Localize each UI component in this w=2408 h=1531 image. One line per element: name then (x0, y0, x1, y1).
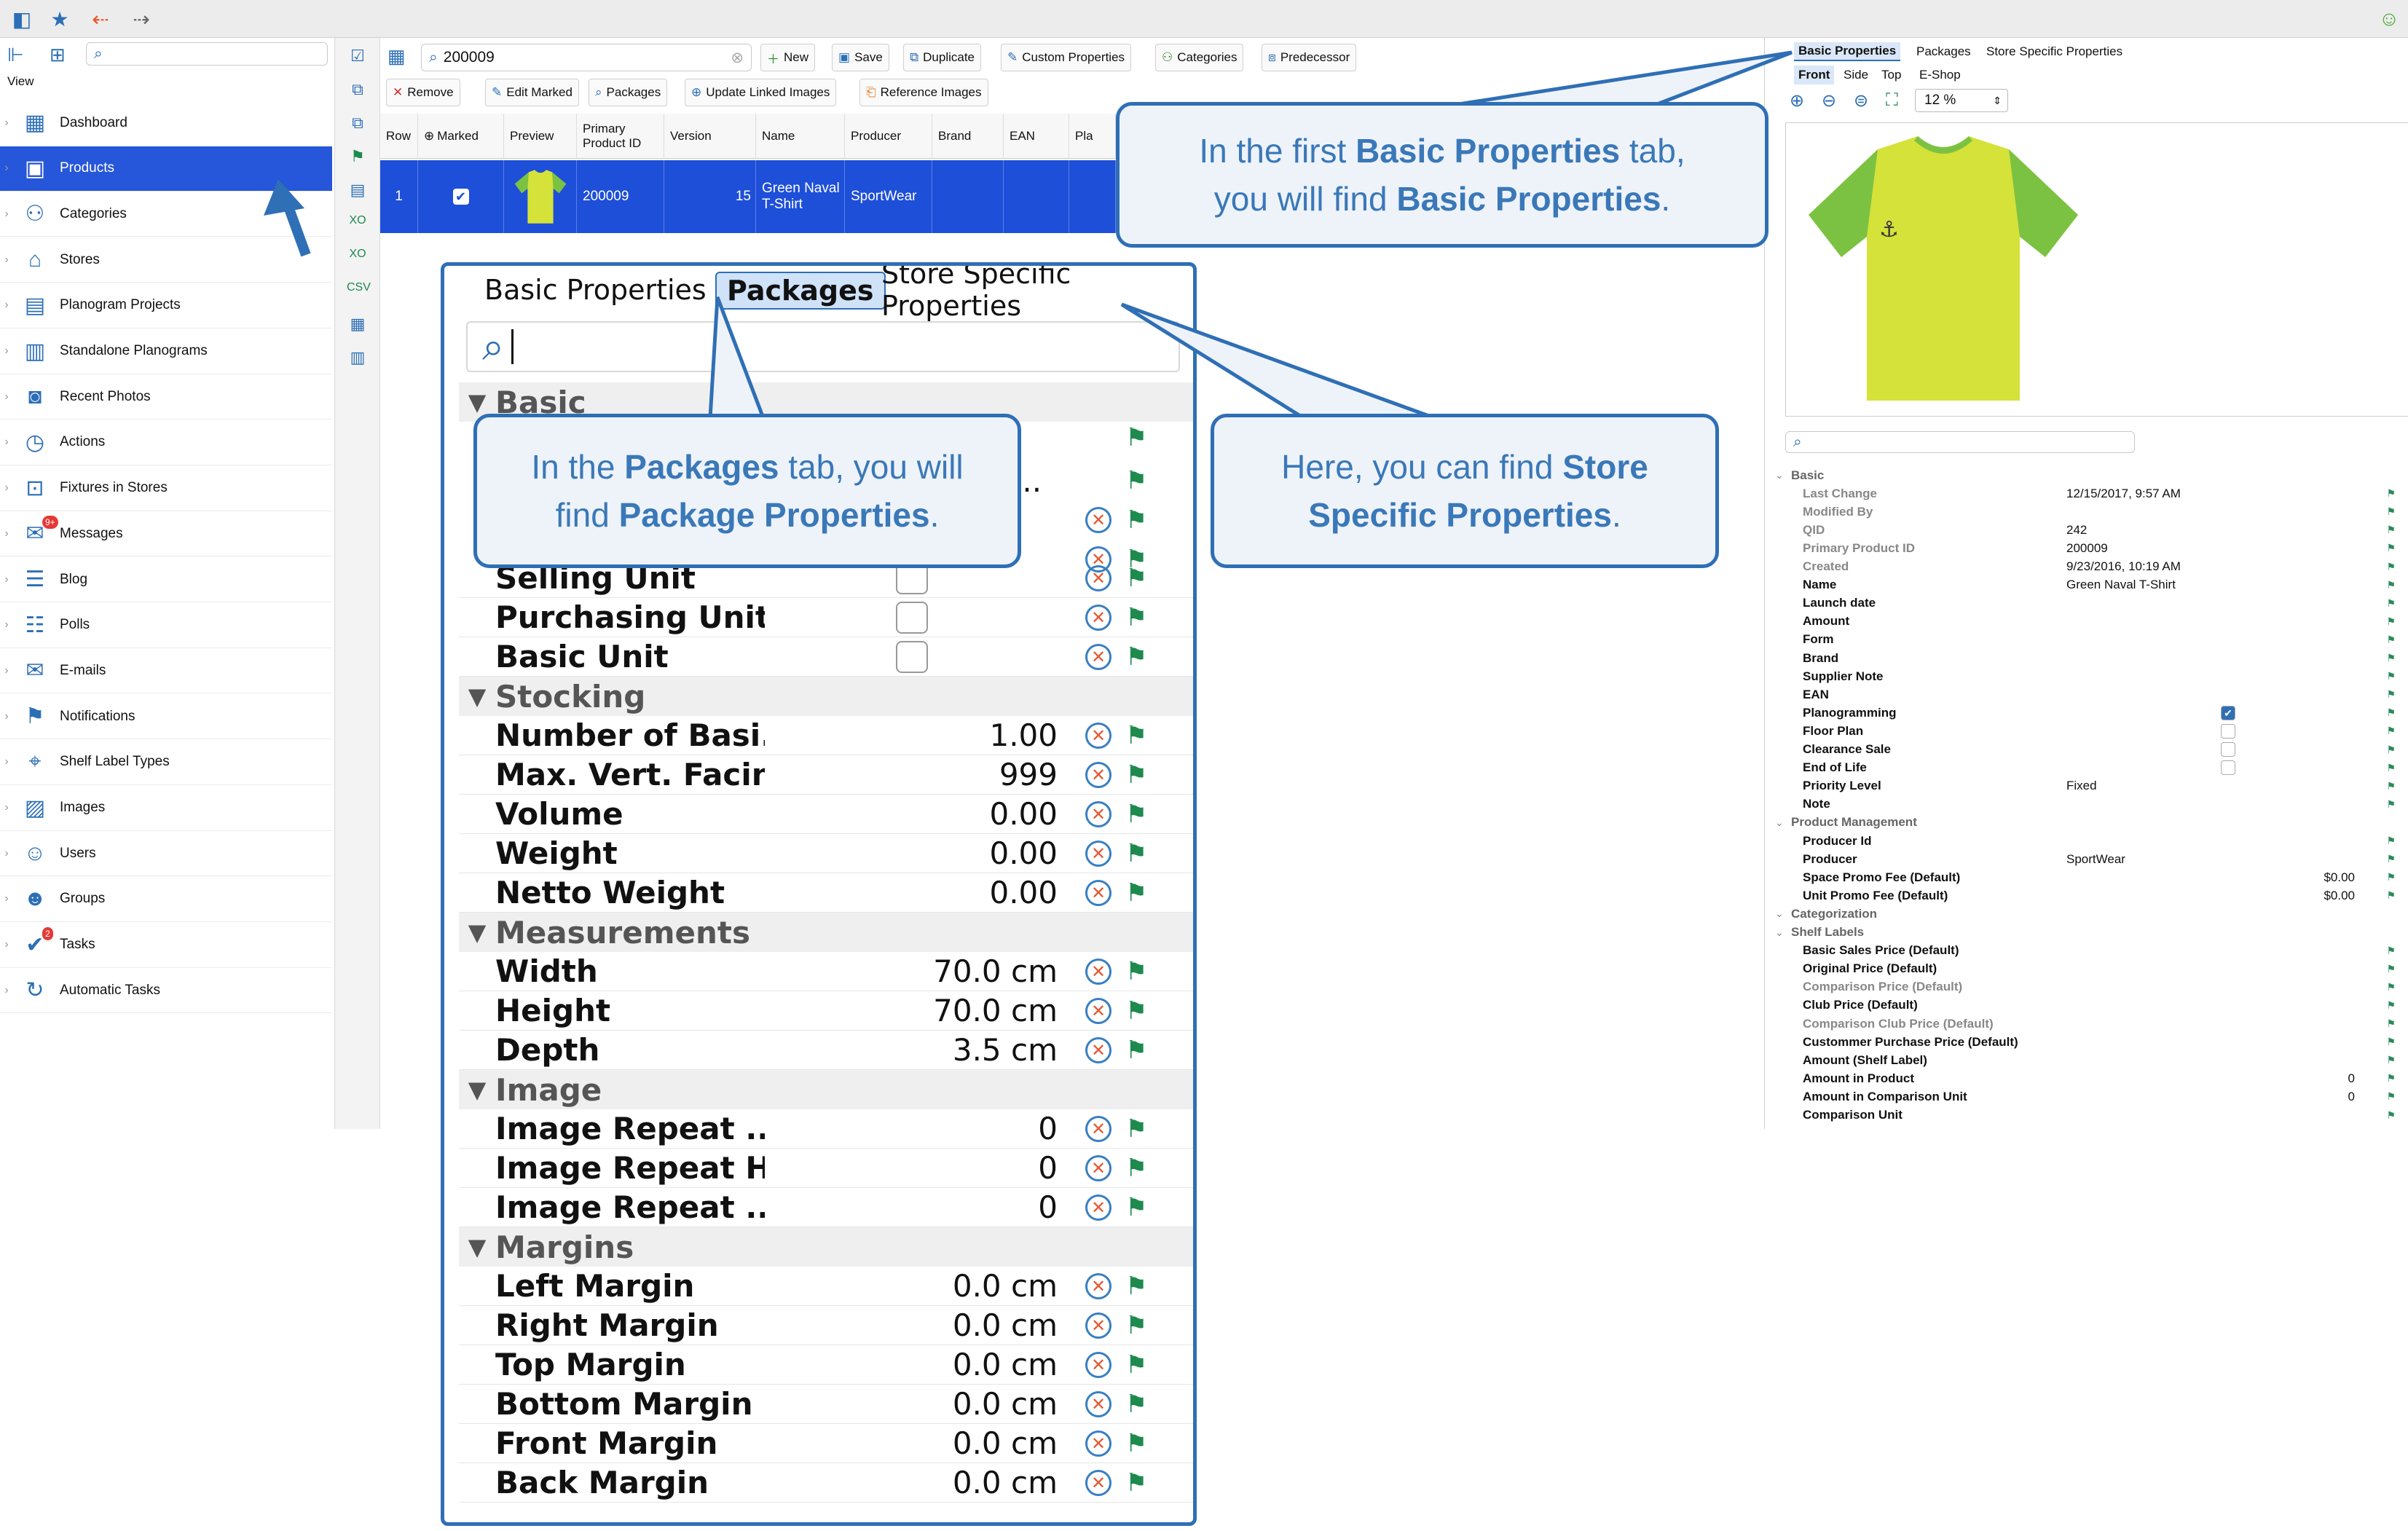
products-arrow-icon (264, 179, 304, 216)
basic-callout-pointer (1449, 50, 1793, 108)
packages-callout-pointer (708, 296, 766, 420)
callout-packages: In the Packages tab, you will find Packag… (473, 414, 1021, 568)
callout-basic-properties: In the first Basic Properties tab, you wi… (1116, 102, 1768, 248)
store-callout-pointer (1120, 302, 1436, 420)
callout-store-specific: Here, you can find Store Specific Propert… (1211, 414, 1719, 568)
